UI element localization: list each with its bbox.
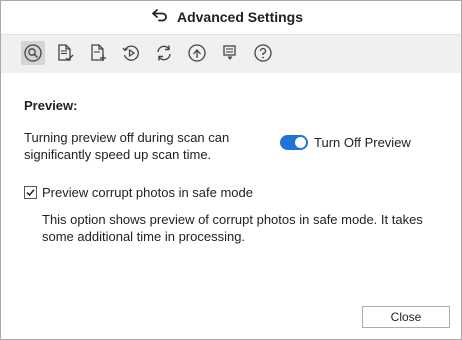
checkmark-icon <box>26 189 35 197</box>
preview-icon[interactable] <box>21 41 45 65</box>
close-button[interactable]: Close <box>362 306 450 328</box>
toolbar <box>1 34 461 73</box>
back-icon[interactable] <box>151 8 169 27</box>
advanced-settings-dialog: Advanced Settings Preview: Turning previ… <box>0 0 462 340</box>
preview-description: Turning preview off during scan can sign… <box>24 130 230 162</box>
file-check-icon[interactable] <box>53 41 77 65</box>
turn-off-preview-toggle[interactable] <box>280 135 308 150</box>
title-bar: Advanced Settings <box>1 1 461 33</box>
turn-off-preview-label: Turn Off Preview <box>314 135 411 150</box>
flag-icon[interactable] <box>218 41 242 65</box>
toggle-knob <box>295 137 306 148</box>
safe-mode-checkbox-label: Preview corrupt photos in safe mode <box>42 185 253 200</box>
safe-mode-checkbox[interactable] <box>24 186 37 199</box>
turn-off-preview-toggle-row[interactable]: Turn Off Preview <box>280 135 411 150</box>
help-icon[interactable] <box>251 41 275 65</box>
safe-mode-info: This option shows preview of corrupt pho… <box>42 212 423 244</box>
resume-recovery-icon[interactable] <box>119 41 143 65</box>
upload-icon[interactable] <box>185 41 209 65</box>
title-wrap: Advanced Settings <box>151 8 303 27</box>
dialog-title: Advanced Settings <box>176 9 304 25</box>
update-icon[interactable] <box>152 41 176 65</box>
preview-heading: Preview: <box>24 98 78 113</box>
file-add-icon[interactable] <box>86 41 110 65</box>
safe-mode-checkbox-row[interactable]: Preview corrupt photos in safe mode <box>24 185 253 200</box>
